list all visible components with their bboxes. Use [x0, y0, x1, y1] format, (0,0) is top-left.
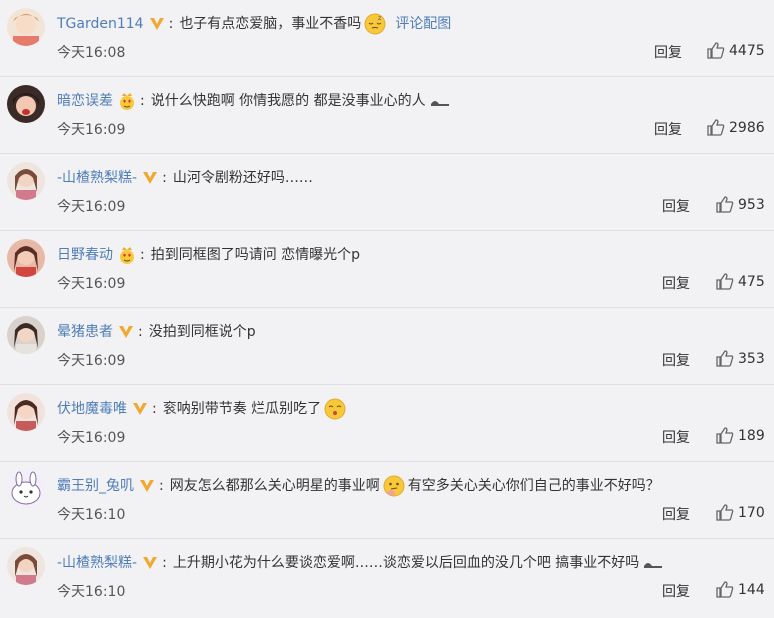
comment-item: 霸王别_兔叽 : 网友怎么都那么关心明星的事业啊 有空多关心关心你们自己的事业不…	[0, 462, 774, 539]
comment-text: 上升期小花为什么要谈恋爱啊……谈恋爱以后回血的没几个吧 搞事业不好吗	[172, 555, 640, 571]
verified-badge-icon	[118, 325, 134, 339]
comment-item: TGarden114 : 也子有点恋爱脑，事业不香吗 z 评论配图 今天16:0…	[0, 0, 774, 77]
thumbs-up-icon	[707, 42, 725, 59]
reply-button[interactable]: 回复	[662, 273, 690, 293]
like-button[interactable]: 353	[716, 350, 765, 367]
slipper-icon	[642, 556, 664, 570]
comment-list: TGarden114 : 也子有点恋爱脑，事业不香吗 z 评论配图 今天16:0…	[0, 0, 774, 618]
comment-text: 拍到同框图了吗请问 恋情曝光个p	[150, 247, 361, 263]
thumbs-up-icon	[716, 273, 734, 290]
like-button[interactable]: 189	[716, 427, 765, 444]
username[interactable]: TGarden114	[57, 14, 144, 34]
like-count: 144	[738, 581, 765, 598]
like-count: 2986	[729, 119, 765, 136]
verified-badge-icon	[132, 402, 148, 416]
like-count: 353	[738, 350, 765, 367]
sleepy-face-emoji-icon: z	[364, 13, 386, 35]
username[interactable]: 霸王别_兔叽	[57, 476, 134, 496]
verified-badge-icon	[142, 556, 158, 570]
thumbs-up-icon	[716, 504, 734, 521]
comment-item: 晕猪患者 : 没拍到同框说个p 今天16:09 回复 353	[0, 308, 774, 385]
reply-button[interactable]: 回复	[654, 42, 682, 62]
reply-button[interactable]: 回复	[654, 119, 682, 139]
slipper-icon	[429, 94, 451, 108]
comment-text: 说什么快跑啊 你情我愿的 都是没事业心的人	[150, 93, 426, 109]
thumbs-up-icon	[707, 119, 725, 136]
verified-badge-icon	[142, 171, 158, 185]
comment-text: 网友怎么都那么关心明星的事业啊	[169, 478, 380, 494]
crown-heart-eyes-badge-icon	[118, 92, 136, 110]
avatar[interactable]	[7, 547, 45, 585]
comment-time: 今天16:09	[57, 353, 126, 369]
comment-image-link[interactable]: 评论配图	[395, 14, 451, 34]
like-button[interactable]: 144	[716, 581, 765, 598]
comment-time: 今天16:09	[57, 430, 126, 446]
like-button[interactable]: 4475	[707, 42, 765, 59]
thumbs-up-icon	[716, 581, 734, 598]
username[interactable]: 暗恋误差	[57, 91, 113, 111]
reply-button[interactable]: 回复	[662, 350, 690, 370]
like-count: 189	[738, 427, 765, 444]
comment-text: 衮呐别带节奏 烂瓜别吃了	[162, 401, 322, 417]
reply-button[interactable]: 回复	[662, 427, 690, 447]
crown-heart-eyes-badge-icon	[118, 246, 136, 264]
comment-text: 山河令剧粉还好吗……	[172, 170, 313, 186]
reply-button[interactable]: 回复	[662, 581, 690, 601]
reply-button[interactable]: 回复	[662, 504, 690, 524]
comment-text: 没拍到同框说个p	[148, 324, 256, 340]
like-button[interactable]: 2986	[707, 119, 765, 136]
username[interactable]: 伏地魔毒唯	[57, 399, 127, 419]
username[interactable]: 晕猪患者	[57, 322, 113, 342]
comment-item: 伏地魔毒唯 : 衮呐别带节奏 烂瓜别吃了 今天16:09 回复 189	[0, 385, 774, 462]
username[interactable]: -山楂熟梨糕-	[57, 553, 137, 573]
comment-item: -山楂熟梨糕- : 上升期小花为什么要谈恋爱啊……谈恋爱以后回血的没几个吧 搞事…	[0, 539, 774, 616]
like-count: 4475	[729, 42, 765, 59]
avatar[interactable]	[7, 470, 45, 508]
avatar[interactable]	[7, 8, 45, 46]
verified-badge-icon	[149, 17, 165, 31]
avatar[interactable]	[7, 239, 45, 277]
like-count: 475	[738, 273, 765, 290]
avatar[interactable]	[7, 393, 45, 431]
thumbs-up-icon	[716, 427, 734, 444]
avatar[interactable]	[7, 316, 45, 354]
comment-time: 今天16:08	[57, 45, 126, 61]
like-count: 170	[738, 504, 765, 521]
comment-time: 今天16:10	[57, 507, 126, 523]
thumbs-up-icon	[716, 350, 734, 367]
like-button[interactable]: 170	[716, 504, 765, 521]
like-button[interactable]: 953	[716, 196, 765, 213]
verified-badge-icon	[139, 479, 155, 493]
like-count: 953	[738, 196, 765, 213]
thinking-face-emoji-icon	[383, 475, 405, 497]
comment-item: 暗恋误差 : 说什么快跑啊 你情我愿的 都是没事业心的人 今天16:09 回复 …	[0, 77, 774, 154]
comment-time: 今天16:09	[57, 122, 126, 138]
comment-text: 也子有点恋爱脑，事业不香吗	[179, 16, 362, 32]
kissing-face-emoji-icon	[324, 398, 346, 420]
comment-item: -山楂熟梨糕- : 山河令剧粉还好吗…… 今天16:09 回复 953	[0, 154, 774, 231]
username[interactable]: 日野春动	[57, 245, 113, 265]
reply-button[interactable]: 回复	[662, 196, 690, 216]
like-button[interactable]: 475	[716, 273, 765, 290]
comment-time: 今天16:09	[57, 276, 126, 292]
username[interactable]: -山楂熟梨糕-	[57, 168, 137, 188]
comment-item: 日野春动 : 拍到同框图了吗请问 恋情曝光个p 今天16:09 回复 475	[0, 231, 774, 308]
comment-time: 今天16:09	[57, 199, 126, 215]
avatar[interactable]	[7, 162, 45, 200]
comment-time: 今天16:10	[57, 584, 126, 600]
comment-text-continued: 有空多关心关心你们自己的事业不好吗？	[407, 478, 660, 494]
avatar[interactable]	[7, 85, 45, 123]
thumbs-up-icon	[716, 196, 734, 213]
svg-text:z: z	[378, 15, 381, 22]
